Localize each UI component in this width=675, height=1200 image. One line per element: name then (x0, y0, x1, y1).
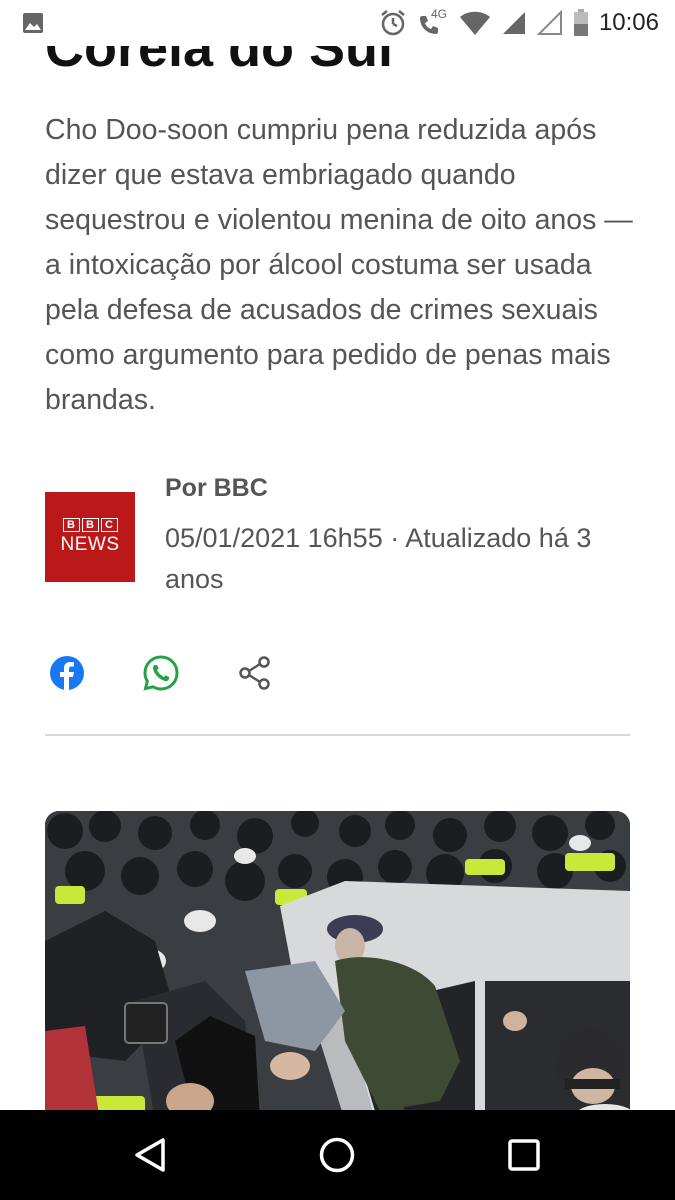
back-icon (135, 1138, 165, 1172)
navigation-bar (0, 1110, 675, 1200)
alarm-icon (379, 9, 407, 37)
divider (45, 734, 630, 736)
image-icon (22, 12, 44, 34)
share-button[interactable] (230, 648, 280, 698)
call-4g-icon: 4G (417, 7, 449, 37)
author-name: Por BBC (165, 474, 268, 502)
network-label: 4G (430, 7, 447, 21)
home-icon (319, 1137, 355, 1173)
whatsapp-share-button[interactable] (136, 648, 186, 698)
logo-letter-b2: B (81, 518, 99, 532)
logo-letter-c: C (100, 518, 118, 532)
battery-icon (573, 9, 589, 37)
share-row (45, 648, 345, 698)
logo-word: NEWS (60, 534, 120, 555)
bbc-news-logo: B B C NEWS (45, 492, 135, 582)
signal-empty-icon (536, 10, 563, 36)
recents-button[interactable] (494, 1130, 554, 1180)
facebook-icon (50, 656, 84, 691)
recents-icon (508, 1139, 540, 1171)
whatsapp-icon (143, 655, 179, 691)
byline: B B C NEWS Por BBC 05/01/2021 16h55 · At… (45, 470, 645, 600)
publish-date: 05/01/2021 16h55 · Atualizado há 3 anos (165, 523, 592, 594)
home-button[interactable] (307, 1130, 367, 1180)
wifi-icon (459, 10, 491, 36)
article-photo[interactable] (45, 811, 630, 1121)
logo-letter-b1: B (62, 518, 80, 532)
share-icon (239, 656, 270, 690)
signal-icon (501, 10, 527, 36)
back-button[interactable] (120, 1130, 180, 1180)
facebook-share-button[interactable] (42, 648, 92, 698)
status-bar: 4G 10:06 (0, 0, 675, 46)
clock: 10:06 (598, 9, 659, 36)
crowd-photo (45, 811, 630, 1121)
article-summary: Cho Doo-soon cumpriu pena reduzida após … (45, 114, 633, 416)
